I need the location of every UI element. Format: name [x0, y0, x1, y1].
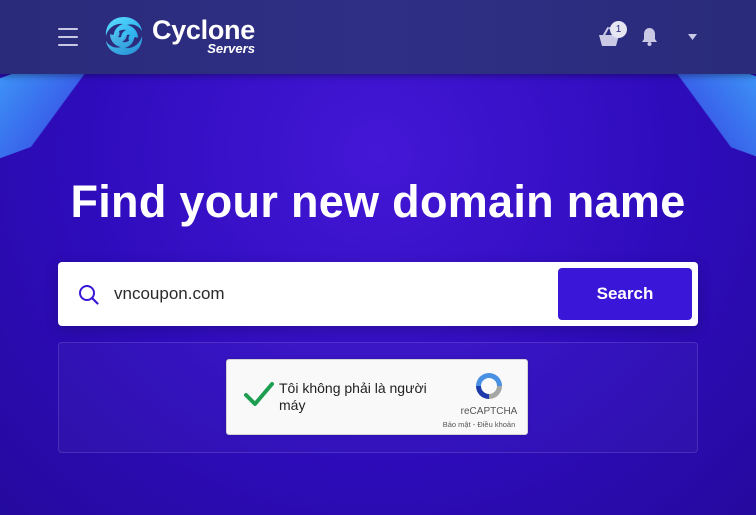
search-icon — [79, 285, 99, 305]
account-dropdown-caret-icon[interactable] — [688, 34, 697, 40]
search-button[interactable]: Search — [558, 268, 692, 320]
cart-count-badge: 1 — [610, 21, 627, 38]
page-headline: Find your new domain name — [70, 176, 686, 227]
top-navbar: Cyclone Servers 1 — [0, 0, 756, 74]
recaptcha-label: Tôi không phải là người máy — [279, 380, 427, 413]
checkmark-icon[interactable] — [243, 380, 275, 408]
menu-toggle-button[interactable] — [58, 28, 78, 46]
recaptcha-links: Bảo mật - Điều khoản — [433, 420, 525, 429]
recaptcha-logo-icon — [476, 373, 502, 399]
recaptcha-brand: reCAPTCHA — [460, 406, 518, 417]
privacy-link[interactable]: Bảo mật — [443, 420, 471, 429]
domain-search-bar: Search — [58, 262, 698, 326]
domain-search-input[interactable] — [114, 278, 544, 310]
brand-logo[interactable]: Cyclone Servers — [102, 14, 255, 58]
cyclone-logo-icon — [105, 17, 143, 55]
hamburger-line — [58, 36, 78, 38]
notification-bell-icon[interactable] — [641, 27, 658, 46]
brand-name: Cyclone — [152, 15, 255, 45]
recaptcha-widget: Tôi không phải là người máy reCAPTCHA Bả… — [226, 359, 528, 435]
hamburger-line — [58, 44, 78, 46]
hamburger-icon — [58, 28, 78, 30]
terms-link[interactable]: Điều khoản — [477, 420, 515, 429]
